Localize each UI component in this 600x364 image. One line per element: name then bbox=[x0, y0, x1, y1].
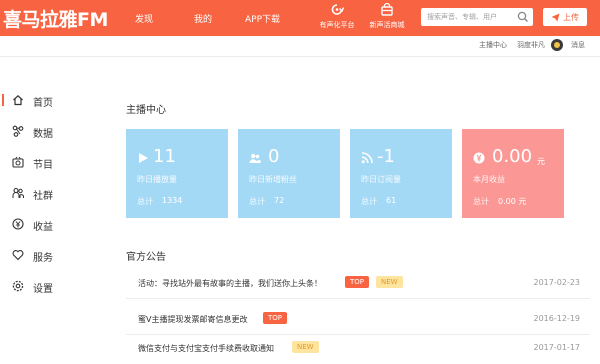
announcement-text[interactable]: 微信支付与支付宝支付手续费收取通知 bbox=[138, 343, 274, 354]
fans-icon bbox=[249, 153, 261, 163]
program-icon bbox=[12, 156, 24, 168]
service-icon bbox=[12, 250, 24, 261]
sidebar-item-settings[interactable]: 设置 bbox=[0, 276, 100, 296]
play-icon bbox=[139, 153, 148, 163]
section-title-anchor-center: 主播中心 bbox=[126, 105, 166, 116]
username-link[interactable]: 羽度非凡 bbox=[517, 40, 545, 50]
announcement-date: 2017-01-17 bbox=[533, 343, 581, 352]
stat-caption: 昨日新增粉丝 bbox=[249, 175, 297, 184]
search-box[interactable] bbox=[421, 8, 533, 26]
audio-platform-icon bbox=[331, 4, 344, 15]
audio-platform-link[interactable]: 有声化平台 bbox=[316, 3, 358, 33]
send-icon bbox=[551, 12, 560, 22]
shop-label: 新声活商城 bbox=[369, 21, 405, 29]
avatar[interactable] bbox=[551, 39, 563, 51]
user-bar: 主播中心 羽度非凡 消息 bbox=[0, 36, 600, 57]
sidebar-item-label: 设置 bbox=[33, 284, 53, 295]
stat-value: 11 bbox=[153, 146, 176, 167]
sidebar-item-label: 首页 bbox=[33, 98, 53, 109]
shop-icon bbox=[381, 3, 393, 16]
stat-value: 0.00 bbox=[492, 146, 533, 167]
announcement-row[interactable]: 微信支付与支付宝支付手续费收取通知 NEW 2017-01-17 bbox=[126, 330, 590, 364]
messages-link[interactable]: 消息 bbox=[571, 40, 585, 50]
sidebar-item-label: 社群 bbox=[33, 191, 53, 202]
stat-total-value: 72 bbox=[274, 196, 285, 205]
nav-discover[interactable]: 发现 bbox=[135, 0, 153, 36]
sidebar-item-label: 收益 bbox=[33, 222, 53, 233]
sidebar-item-data[interactable]: 数据 bbox=[0, 121, 100, 141]
community-icon bbox=[12, 187, 24, 198]
stat-card-subscriptions[interactable]: -1 昨日订阅量 总计 61 bbox=[350, 129, 452, 218]
yen-icon bbox=[473, 152, 485, 164]
rss-icon bbox=[361, 152, 373, 164]
stat-total-label: 总计 bbox=[137, 197, 153, 206]
stat-total-value: 0.00 元 bbox=[498, 197, 527, 206]
income-icon bbox=[12, 218, 24, 230]
upload-label: 上传 bbox=[563, 12, 579, 22]
sidebar-item-income[interactable]: 收益 bbox=[0, 214, 100, 234]
sidebar-item-label: 数据 bbox=[33, 129, 53, 140]
sidebar-item-community[interactable]: 社群 bbox=[0, 183, 100, 203]
stat-value: -1 bbox=[377, 146, 395, 167]
search-icon[interactable] bbox=[517, 11, 529, 23]
announcement-text[interactable]: 蜜V主播提现发票邮寄信息更改 bbox=[138, 314, 247, 325]
stat-value: 0 bbox=[268, 146, 280, 167]
stat-caption: 昨日播放量 bbox=[137, 175, 177, 184]
nav-mine[interactable]: 我的 bbox=[194, 0, 212, 36]
announcement-row[interactable]: 活动：寻找站外最有故事的主播，我们送你上头条！ TOP NEW 2017-02-… bbox=[126, 265, 590, 299]
top-badge: TOP bbox=[263, 312, 288, 324]
stat-card-fans[interactable]: 0 昨日新增粉丝 总计 72 bbox=[238, 129, 340, 218]
stat-total-label: 总计 bbox=[473, 197, 489, 206]
divider bbox=[126, 298, 590, 299]
top-badge: TOP bbox=[345, 276, 370, 288]
stat-unit: 元 bbox=[537, 157, 545, 166]
shop-link[interactable]: 新声活商城 bbox=[366, 3, 408, 33]
anchor-center-link[interactable]: 主播中心 bbox=[479, 40, 507, 50]
stat-card-income[interactable]: 0.00 元 本月收益 总计 0.00 元 bbox=[462, 129, 564, 218]
stat-card-plays[interactable]: 11 昨日播放量 总计 1334 bbox=[126, 129, 228, 218]
divider bbox=[0, 56, 600, 57]
audio-platform-label: 有声化平台 bbox=[319, 21, 355, 29]
stat-total-label: 总计 bbox=[361, 197, 377, 206]
new-badge: NEW bbox=[292, 341, 319, 353]
data-icon bbox=[12, 125, 24, 137]
sidebar-item-service[interactable]: 服务 bbox=[0, 245, 100, 265]
stat-total-label: 总计 bbox=[249, 197, 265, 206]
announcement-date: 2016-12-19 bbox=[533, 314, 581, 323]
search-input[interactable] bbox=[427, 10, 513, 24]
new-badge: NEW bbox=[376, 276, 403, 288]
stat-total-value: 1334 bbox=[162, 196, 183, 205]
nav-app-download[interactable]: APP下载 bbox=[245, 0, 280, 36]
settings-icon bbox=[12, 280, 24, 292]
section-title-announcements: 官方公告 bbox=[126, 252, 166, 263]
sidebar-item-home[interactable]: 首页 bbox=[0, 90, 100, 110]
active-indicator bbox=[2, 94, 4, 106]
stat-caption: 本月收益 bbox=[473, 175, 505, 184]
upload-button[interactable]: 上传 bbox=[543, 8, 587, 26]
sidebar-item-label: 服务 bbox=[33, 253, 53, 264]
logo[interactable]: 喜马拉雅FM bbox=[3, 5, 108, 31]
announcement-text[interactable]: 活动：寻找站外最有故事的主播，我们送你上头条！ bbox=[138, 278, 322, 289]
sidebar-item-label: 节目 bbox=[33, 160, 53, 171]
top-navbar: 喜马拉雅FM 发现 我的 APP下载 有声化平台 新声活商城 上传 bbox=[0, 0, 600, 36]
sidebar-item-program[interactable]: 节目 bbox=[0, 152, 100, 172]
stat-total-value: 61 bbox=[386, 196, 397, 205]
stat-caption: 昨日订阅量 bbox=[361, 175, 401, 184]
announcement-date: 2017-02-23 bbox=[533, 278, 581, 287]
home-icon bbox=[13, 94, 23, 106]
